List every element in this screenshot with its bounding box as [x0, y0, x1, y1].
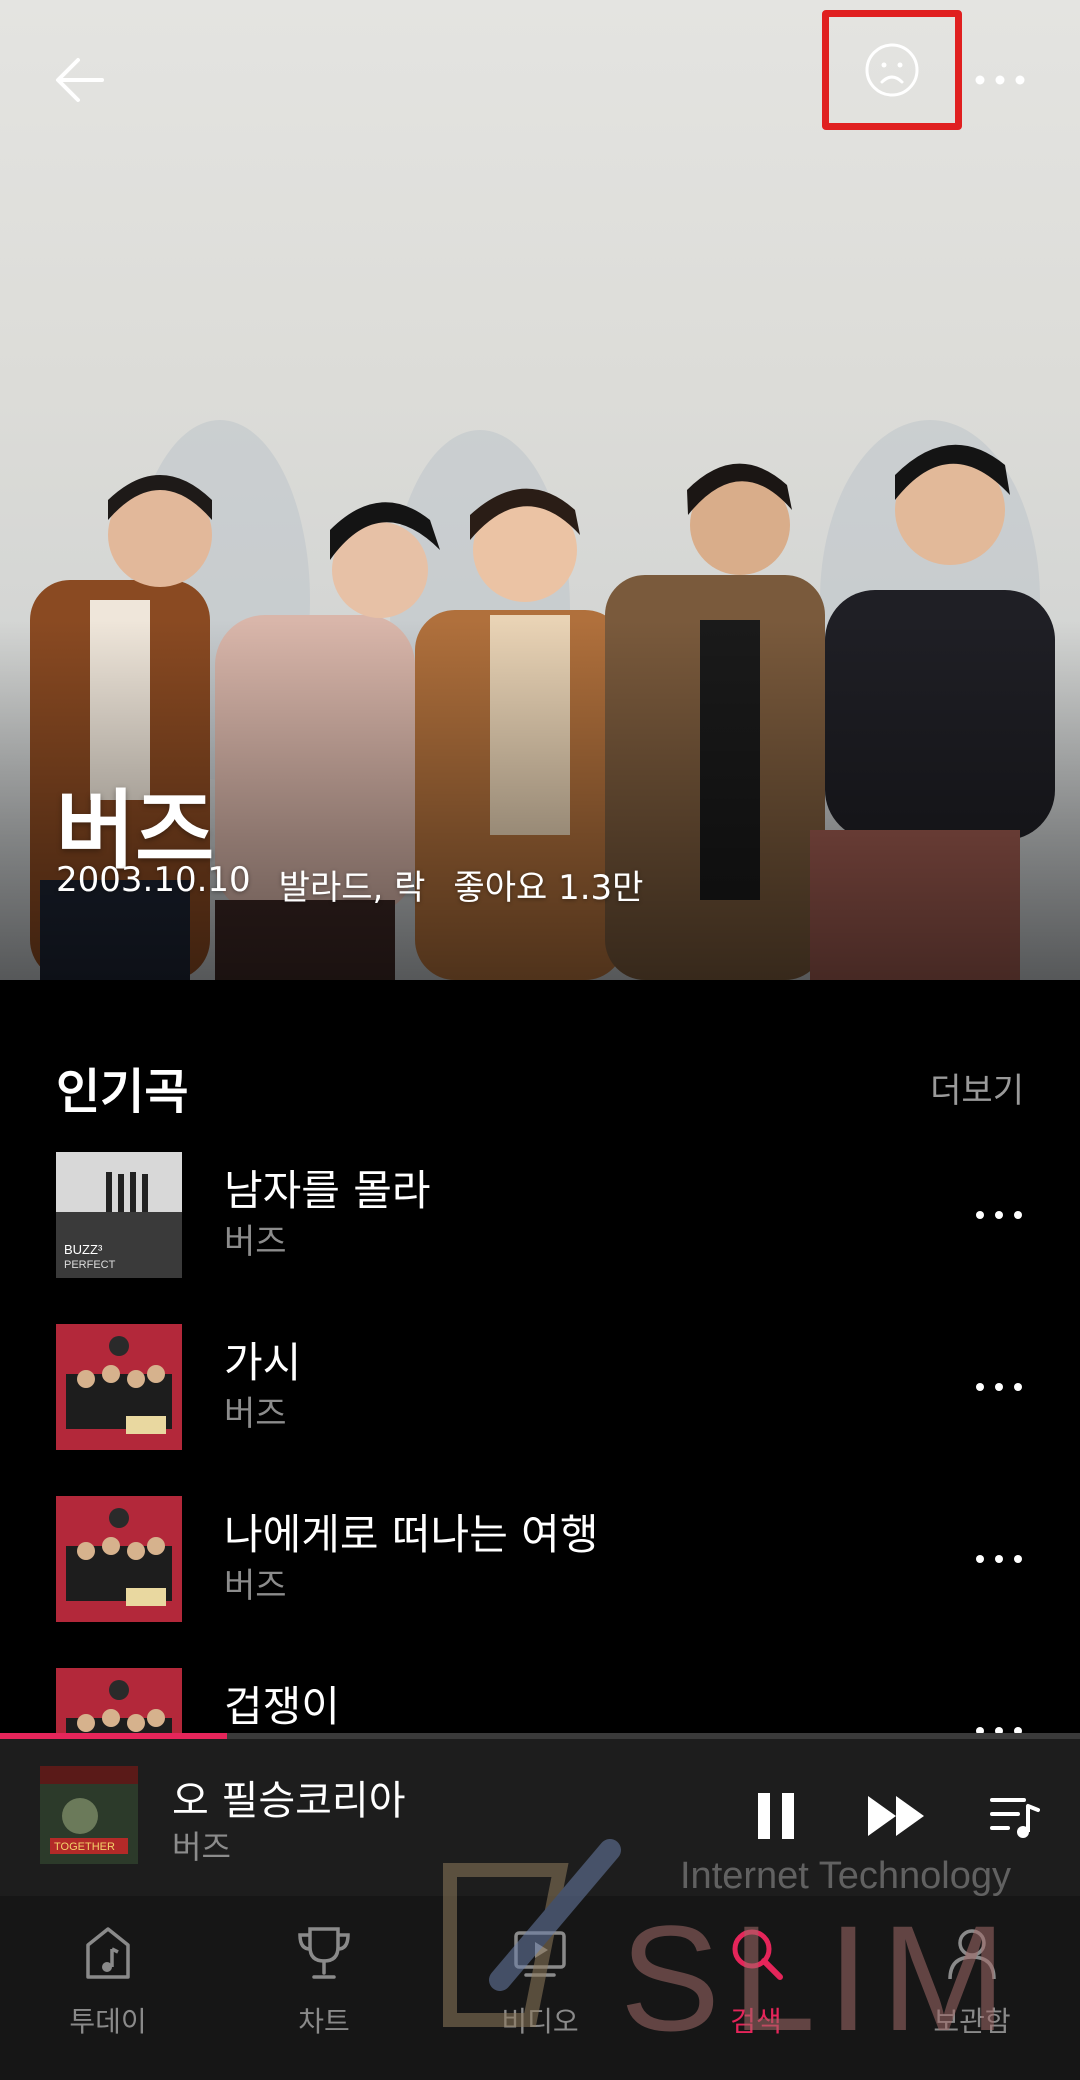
like-count[interactable]: 좋아요 1.3만 [453, 860, 643, 909]
nav-label: 투데이 [69, 2005, 147, 2038]
nav-label: 비디오 [501, 2005, 579, 2038]
album-cover [56, 1324, 182, 1450]
song-row[interactable]: 나에게로 떠나는 여행 버즈 [56, 1494, 1024, 1624]
sad-face-icon [865, 43, 919, 97]
nav-library[interactable]: 보관함 [864, 1896, 1080, 2080]
dislike-button[interactable] [822, 10, 962, 130]
playlist-button[interactable] [974, 1776, 1054, 1856]
nav-today[interactable]: 투데이 [0, 1896, 216, 2080]
more-horizontal-icon [975, 75, 1025, 85]
bottom-nav: 투데이 차트 비디오 검색 보관함 [0, 1896, 1080, 2080]
debut-date: 2003.10.10 [56, 860, 251, 900]
cover-text: TOGETHER [54, 1841, 115, 1853]
album-cover: BUZZ³ PERFECT [56, 1152, 182, 1278]
svg-text:PERFECT: PERFECT [64, 1259, 116, 1271]
more-horizontal-icon [976, 1555, 1022, 1563]
more-horizontal-icon [976, 1211, 1022, 1219]
arrow-left-icon [56, 58, 104, 102]
song-row[interactable]: 가시 버즈 [56, 1322, 1024, 1452]
more-horizontal-icon [976, 1383, 1022, 1391]
section-title: 인기곡 [56, 1064, 189, 1120]
song-more-button[interactable] [964, 1357, 1024, 1417]
genre: 발라드, 락 [278, 868, 426, 908]
pause-button[interactable] [736, 1776, 816, 1856]
song-artist: 버즈 [224, 1566, 287, 1606]
next-button[interactable] [856, 1776, 936, 1856]
artist-meta: 2003.10.10 발라드, 락 좋아요 1.3만 [56, 860, 643, 909]
fast-forward-icon [868, 1796, 924, 1836]
nav-search[interactable]: 검색 [648, 1896, 864, 2080]
back-button[interactable] [30, 30, 130, 130]
now-playing-cover: TOGETHER [40, 1766, 138, 1864]
search-icon [732, 1929, 783, 1980]
playback-progress[interactable] [0, 1733, 1080, 1739]
album-cover [56, 1496, 182, 1622]
song-artist: 버즈 [224, 1222, 287, 1262]
song-more-button[interactable] [964, 1529, 1024, 1589]
video-play-icon [514, 1931, 566, 1977]
song-title: 남자를 몰라 [224, 1166, 431, 1215]
nav-video[interactable]: 비디오 [432, 1896, 648, 2080]
song-more-button[interactable] [964, 1185, 1024, 1245]
nav-label: 보관함 [933, 2005, 1011, 2038]
song-title: 겁쟁이 [224, 1682, 340, 1731]
artist-hero: 버즈 2003.10.10 발라드, 락 좋아요 1.3만 [0, 0, 1080, 980]
svg-text:BUZZ³: BUZZ³ [64, 1242, 103, 1257]
nav-label: 차트 [298, 2005, 350, 2038]
song-row[interactable]: BUZZ³ PERFECT 남자를 몰라 버즈 [56, 1150, 1024, 1280]
playlist-icon [990, 1798, 1040, 1838]
nav-chart[interactable]: 차트 [216, 1896, 432, 2080]
now-playing-artist: 버즈 [172, 1828, 231, 1866]
song-title: 가시 [224, 1338, 302, 1387]
progress-fill [0, 1733, 227, 1739]
music-note-icon [86, 1927, 130, 1979]
now-playing-title: 오 필승코리아 [172, 1778, 406, 1824]
nav-label: 검색 [730, 2005, 782, 2038]
see-more-link[interactable]: 더보기 [930, 1063, 1024, 1112]
popular-header: 인기곡 더보기 [56, 1052, 1024, 1122]
song-artist: 버즈 [224, 1394, 287, 1434]
person-icon [948, 1929, 996, 1980]
more-options-button[interactable] [950, 30, 1050, 130]
mini-player[interactable]: TOGETHER 오 필승코리아 버즈 [0, 1736, 1080, 1896]
pause-icon [758, 1793, 794, 1839]
trophy-icon [298, 1927, 350, 1979]
song-title: 나에게로 떠나는 여행 [224, 1510, 599, 1559]
